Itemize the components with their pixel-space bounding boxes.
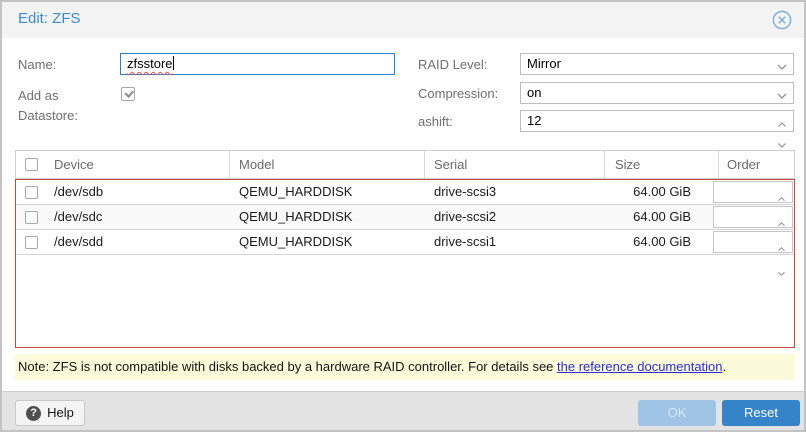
serial-cell: drive-scsi1 [425,230,605,254]
add-as-datastore-checkbox[interactable] [121,87,135,101]
size-cell: 64.00 GiB [605,180,719,204]
edit-zfs-dialog: Edit: ZFS Name: zfsstore Add as Datastor… [0,0,806,432]
select-all-cell [16,151,46,178]
add-as-datastore-label: Add as Datastore: [18,86,113,126]
model-cell: QEMU_HARDDISK [230,180,425,204]
order-spinner[interactable] [713,181,793,203]
model-cell: QEMU_HARDDISK [230,230,425,254]
spinner-up-icon[interactable] [777,114,787,134]
note-text-end: . [723,359,727,374]
row-checkbox[interactable] [25,211,38,224]
compression-label: Compression: [418,84,498,104]
ashift-label: ashift: [418,112,453,132]
reference-documentation-link[interactable]: the reference documentation [557,359,723,374]
raid-level-value: Mirror [527,56,561,71]
disk-table-header: Device Model Serial Size Order [15,150,795,179]
device-cell: /dev/sdc [46,205,230,229]
row-select-cell [16,230,46,254]
column-header-size[interactable]: Size [605,151,719,178]
model-cell: QEMU_HARDDISK [230,205,425,229]
spinner-up-icon[interactable] [777,236,786,260]
table-row[interactable]: /dev/sdb QEMU_HARDDISK drive-scsi3 64.00… [16,180,794,205]
column-header-device[interactable]: Device [46,151,230,178]
text-caret [173,56,174,70]
chevron-down-icon[interactable] [776,59,788,79]
ashift-value: 12 [527,113,541,128]
order-spinner[interactable] [713,206,793,228]
ok-button[interactable]: OK [638,400,716,426]
name-input[interactable]: zfsstore [120,53,395,75]
device-cell: /dev/sdd [46,230,230,254]
device-cell: /dev/sdb [46,180,230,204]
row-select-cell [16,205,46,229]
zfs-note: Note: ZFS is not compatible with disks b… [15,354,795,380]
row-checkbox[interactable] [25,236,38,249]
order-spinner[interactable] [713,231,793,253]
dialog-title: Edit: ZFS [18,10,81,27]
size-cell: 64.00 GiB [605,230,719,254]
help-button-label: Help [47,400,74,426]
column-header-model[interactable]: Model [230,151,425,178]
compression-value: on [527,85,541,100]
question-circle-icon: ? [26,406,41,421]
name-input-value: zfsstore [127,56,173,71]
compression-select[interactable]: on [520,82,794,104]
table-row[interactable]: /dev/sdd QEMU_HARDDISK drive-scsi1 64.00… [16,230,794,255]
table-row[interactable]: /dev/sdc QEMU_HARDDISK drive-scsi2 64.00… [16,205,794,230]
reset-button[interactable]: Reset [722,400,800,426]
help-button[interactable]: ? Help [15,400,85,426]
ashift-spinner[interactable]: 12 [520,110,794,132]
raid-level-label: RAID Level: [418,55,487,75]
chevron-down-icon[interactable] [776,88,788,108]
note-text: Note: ZFS is not compatible with disks b… [18,359,557,374]
order-cell [719,180,794,204]
dialog-footer: ? Help OK Reset [2,391,804,430]
serial-cell: drive-scsi2 [425,205,605,229]
row-select-cell [16,180,46,204]
column-header-serial[interactable]: Serial [425,151,605,178]
column-header-order[interactable]: Order [719,151,794,178]
close-icon[interactable] [772,10,792,30]
serial-cell: drive-scsi3 [425,180,605,204]
disk-table-body: /dev/sdb QEMU_HARDDISK drive-scsi3 64.00… [15,179,795,348]
raid-level-select[interactable]: Mirror [520,53,794,75]
dialog-titlebar: Edit: ZFS [2,2,804,38]
order-cell [719,205,794,229]
select-all-checkbox[interactable] [25,158,38,171]
spinner-down-icon[interactable] [777,261,786,285]
size-cell: 64.00 GiB [605,205,719,229]
order-cell [719,230,794,254]
name-label: Name: [18,55,56,75]
row-checkbox[interactable] [25,186,38,199]
